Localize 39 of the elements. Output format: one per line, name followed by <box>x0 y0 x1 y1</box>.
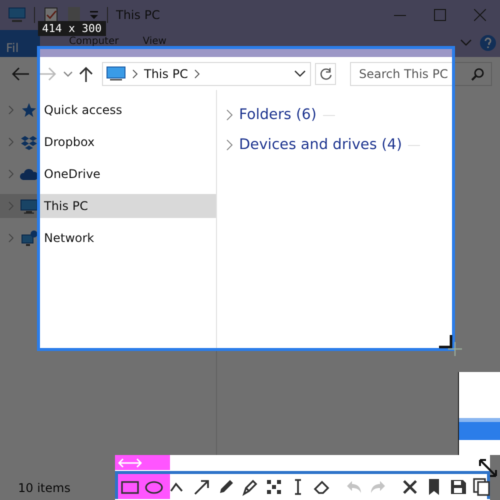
chevron-right-icon[interactable] <box>226 109 233 121</box>
help-icon[interactable] <box>480 35 496 51</box>
address-crumb[interactable]: This PC <box>144 66 188 80</box>
sidebar-item[interactable]: This PC <box>0 194 216 218</box>
chevron-right-icon <box>132 68 138 78</box>
group-header[interactable]: Folders (6) <box>239 107 317 123</box>
chevron-right-icon <box>8 233 14 243</box>
address-bar[interactable]: This PC <box>102 62 311 86</box>
network-icon <box>20 229 38 247</box>
up-arrow-icon[interactable] <box>78 64 94 82</box>
sidebar-item[interactable]: Dropbox <box>0 130 216 154</box>
window-title: This PC <box>116 8 160 22</box>
chevron-right-icon <box>194 68 200 78</box>
corner-handle-icon[interactable] <box>439 335 453 349</box>
sidebar-item[interactable]: Network <box>0 226 216 250</box>
crosshair-icon <box>448 342 462 356</box>
back-arrow-icon[interactable] <box>10 66 32 82</box>
status-text: 10 items <box>18 481 70 495</box>
chevron-right-icon <box>8 105 14 115</box>
refresh-icon <box>318 66 332 80</box>
copy-icon <box>472 476 492 496</box>
group-header[interactable]: Devices and drives (4) <box>239 137 402 153</box>
monitor-icon <box>8 7 26 23</box>
resize-cursor-icon <box>478 458 498 478</box>
pin-star-icon <box>20 101 38 119</box>
monitor-icon <box>20 197 38 215</box>
boxes-icon <box>20 133 38 151</box>
horizontal-resize-icon <box>118 458 142 468</box>
sidebar-item[interactable]: Quick access <box>0 98 216 122</box>
refresh-button[interactable] <box>315 62 336 84</box>
chevron-right-icon <box>8 201 14 211</box>
chevron-right-icon <box>8 169 14 179</box>
chevron-down-icon[interactable] <box>294 70 306 78</box>
chevron-right-icon <box>8 137 14 147</box>
chevron-right-icon[interactable] <box>226 139 233 151</box>
sidebar-item[interactable]: OneDrive <box>0 162 216 186</box>
selection-frame[interactable] <box>37 46 455 351</box>
monitor-icon <box>106 66 126 82</box>
size-label: 414 x 300 <box>38 21 106 36</box>
